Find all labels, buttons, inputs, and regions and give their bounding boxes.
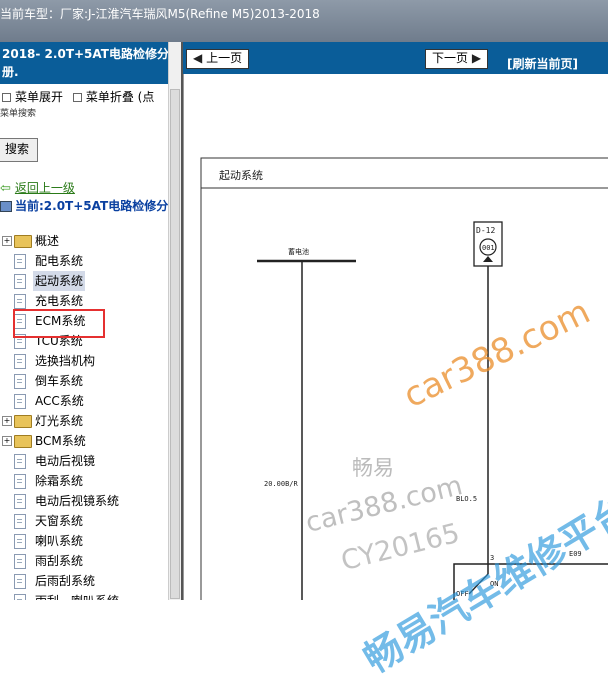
selection-highlight [13,309,105,338]
document-icon [14,554,26,569]
scroll-thumb[interactable] [170,89,180,599]
tree-item-label[interactable]: 概述 [35,231,59,251]
next-page-button[interactable]: 下一页 ▶ [425,49,489,69]
tree-item-label[interactable]: 电动后视镜系统 [35,491,119,511]
tree-item-label[interactable]: 充电系统 [35,291,83,311]
document-icon [14,594,26,600]
document-icon [14,274,26,289]
manual-title: 2018- 2.0T+5AT电路检修分册. [0,42,180,84]
tree-item-label[interactable]: 雨刮系统 [35,551,83,571]
tree-item-label[interactable]: 天窗系统 [35,511,83,531]
menu-expand[interactable]: 菜单展开 [15,90,63,104]
diagram-title: 起动系统 [219,169,263,182]
folder-icon [14,235,32,248]
tree-item-label[interactable]: 配电系统 [35,251,83,271]
main-panel: ◀ 上一页 下一页 ▶ [刷新当前页] 起动系统 蓄电池 D-12 001 20… [183,42,608,682]
document-icon [14,394,26,409]
connector-id: D-12 [476,226,495,235]
left-scrollbar[interactable] [168,42,182,600]
expand-plus-icon[interactable]: + [2,416,12,426]
current-location: 当前:2.0T+5AT电路检修分册 [0,197,180,215]
menu-collapse[interactable]: 菜单折叠 (点 [86,90,155,104]
tree-item-label[interactable]: 喇叭系统 [35,531,83,551]
document-icon [14,474,26,489]
tree-item-label[interactable]: 起动系统 [33,271,86,291]
connector-pin: 001 [482,244,495,252]
document-icon [14,514,26,529]
menu-controls: 菜单展开 菜单折叠 (点 [0,88,154,105]
title-bar: 当前车型：厂家:J-江淮汽车瑞风M5(Refine M5)2013-2018 [0,0,608,42]
collapse-checkbox-icon[interactable] [72,93,82,102]
menu-search-label: 菜单搜索 [0,109,37,119]
wiring-diagram: 起动系统 蓄电池 D-12 001 20.00B/R BLO.5 3 E09 O… [183,74,608,682]
left-panel: 2018- 2.0T+5AT电路检修分册. 菜单展开 菜单折叠 (点 菜单搜索 … [0,42,182,600]
back-arrow-icon: ⇦ [0,181,11,196]
vehicle-info: 当前车型：厂家:J-江淮汽车瑞风M5(Refine M5)2013-2018 [0,7,320,21]
refresh-link[interactable]: [刷新当前页] [507,55,578,72]
prev-arrow-icon: ◀ [193,51,203,65]
search-button[interactable]: 搜索 [0,138,38,162]
next-arrow-icon: ▶ [471,51,482,65]
expand-plus-icon[interactable]: + [2,436,12,446]
tree-item-label[interactable]: 选换挡机构 [35,351,95,371]
tree-item-label[interactable]: 后雨刮系统 [35,571,95,591]
tree-item-label[interactable]: ACC系统 [35,391,84,411]
monitor-icon [0,201,12,212]
expand-plus-icon[interactable]: + [2,236,12,246]
battery-label: 蓄电池 [288,247,309,256]
tree-item-label[interactable]: 电动后视镜 [35,451,95,471]
watermark-name: 畅易 [352,456,394,480]
tree-item-label[interactable]: 除霜系统 [35,471,83,491]
document-icon [14,374,26,389]
document-icon [14,354,26,369]
document-icon [14,294,26,309]
document-icon [14,534,26,549]
folder-icon [14,435,32,448]
folder-icon [14,415,32,428]
expand-checkbox-icon[interactable] [2,93,11,102]
tree-item-label[interactable]: 灯光系统 [35,411,83,431]
tree-item-label[interactable]: 倒车系统 [35,371,83,391]
page-nav: ◀ 上一页 下一页 ▶ [刷新当前页] [183,42,608,74]
prev-page-button[interactable]: ◀ 上一页 [186,49,250,69]
document-icon [14,454,26,469]
tree-item-label[interactable]: BCM系统 [35,431,86,451]
document-icon [14,494,26,509]
wire-label-left: 20.00B/R [264,480,299,488]
document-icon [14,574,26,589]
back-link[interactable]: ⇦ 返回上一级 [0,179,75,196]
document-icon [14,254,26,269]
tree-item-label[interactable]: 雨刮、喇叭系统 [35,591,119,600]
